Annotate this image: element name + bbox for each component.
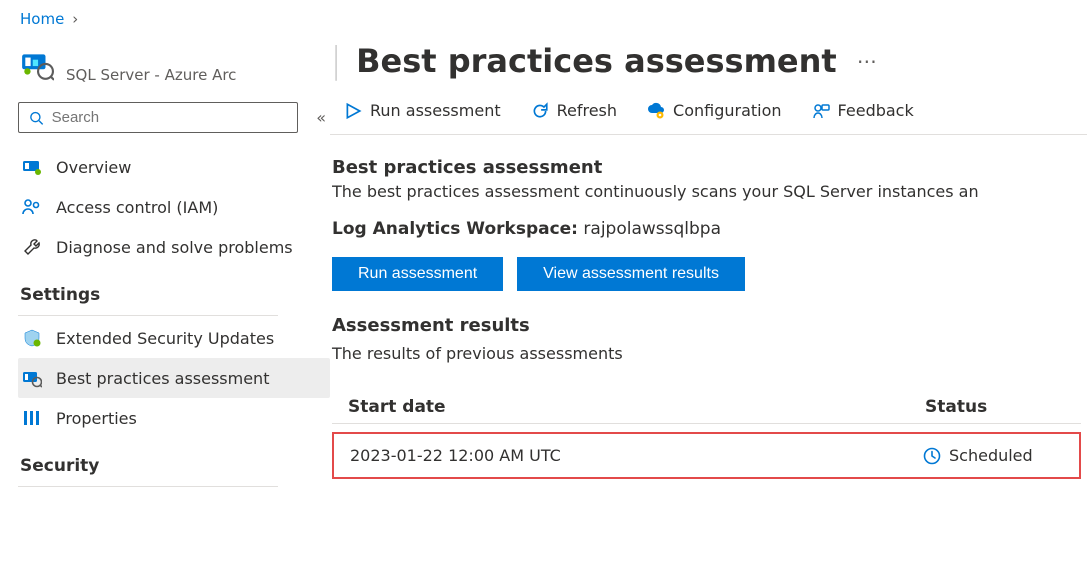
- sql-server-arc-icon: [20, 48, 54, 82]
- col-header-status[interactable]: Status: [925, 397, 1065, 417]
- run-assessment-button[interactable]: Run assessment: [332, 257, 503, 291]
- view-results-button[interactable]: View assessment results: [517, 257, 745, 291]
- refresh-command[interactable]: Refresh: [531, 101, 617, 120]
- refresh-icon: [531, 102, 549, 120]
- resource-type: SQL Server - Azure Arc: [66, 48, 236, 84]
- sidebar-item-access-control[interactable]: Access control (IAM): [18, 187, 330, 227]
- chevron-right-icon: ›: [72, 10, 78, 28]
- shield-icon: [22, 328, 42, 348]
- sidebar-item-diagnose[interactable]: Diagnose and solve problems: [18, 227, 330, 267]
- sidebar-item-label: Extended Security Updates: [56, 329, 274, 348]
- wrench-icon: [22, 237, 42, 257]
- sidebar-item-best-practices[interactable]: Best practices assessment: [18, 358, 330, 398]
- properties-icon: [22, 408, 42, 428]
- sql-server-icon: [22, 157, 42, 177]
- clock-icon: [923, 447, 941, 465]
- results-subtext: The results of previous assessments: [332, 344, 1087, 363]
- more-actions-button[interactable]: ⋯: [847, 49, 879, 73]
- play-icon: [344, 102, 362, 120]
- settings-heading: Settings: [18, 267, 330, 309]
- cell-status: Scheduled: [949, 446, 1033, 465]
- sidebar-item-label: Properties: [56, 409, 137, 428]
- people-icon: [22, 197, 42, 217]
- main-content: | Best practices assessment ⋯ Run assess…: [330, 34, 1087, 581]
- breadcrumb-home[interactable]: Home: [20, 10, 64, 28]
- section-heading: Best practices assessment: [332, 157, 1087, 178]
- title-separator: |: [330, 40, 346, 81]
- feedback-command[interactable]: Feedback: [812, 101, 914, 120]
- divider: [18, 315, 278, 316]
- sidebar-item-label: Overview: [56, 158, 131, 177]
- sidebar-item-label: Diagnose and solve problems: [56, 238, 293, 257]
- toolbar: Run assessment Refresh Configuration Fee…: [330, 91, 1087, 135]
- toolbar-label: Feedback: [838, 101, 914, 120]
- run-assessment-command[interactable]: Run assessment: [344, 101, 501, 120]
- toolbar-label: Run assessment: [370, 101, 501, 120]
- resource-header: SQL Server - Azure Arc: [18, 44, 330, 98]
- law-label: Log Analytics Workspace:: [332, 219, 578, 239]
- assessment-icon: [22, 368, 42, 388]
- configuration-command[interactable]: Configuration: [647, 101, 782, 120]
- collapse-sidebar-button[interactable]: «: [312, 104, 330, 131]
- sidebar-item-properties[interactable]: Properties: [18, 398, 330, 438]
- page-title: Best practices assessment: [356, 42, 837, 80]
- law-value: rajpolawssqlbpa: [583, 219, 721, 239]
- search-icon: [29, 110, 44, 126]
- toolbar-label: Refresh: [557, 101, 617, 120]
- cell-start-date: 2023-01-22 12:00 AM UTC: [350, 446, 923, 465]
- sidebar-item-label: Access control (IAM): [56, 198, 218, 217]
- section-description: The best practices assessment continuous…: [332, 182, 1087, 201]
- sidebar-item-label: Best practices assessment: [56, 369, 269, 388]
- table-row[interactable]: 2023-01-22 12:00 AM UTC Scheduled: [332, 432, 1081, 479]
- results-heading: Assessment results: [332, 315, 1087, 336]
- sidebar-item-overview[interactable]: Overview: [18, 147, 330, 187]
- log-analytics-workspace: Log Analytics Workspace: rajpolawssqlbpa: [332, 219, 1087, 239]
- security-heading: Security: [18, 438, 330, 480]
- toolbar-label: Configuration: [673, 101, 782, 120]
- results-table-header: Start date Status: [332, 391, 1081, 424]
- feedback-icon: [812, 102, 830, 120]
- divider: [18, 486, 278, 487]
- breadcrumb: Home ›: [0, 0, 1087, 34]
- sidebar-item-extended-security[interactable]: Extended Security Updates: [18, 318, 330, 358]
- search-input[interactable]: [18, 102, 298, 133]
- col-header-start-date[interactable]: Start date: [348, 397, 925, 417]
- cloud-gear-icon: [647, 102, 665, 120]
- sidebar: SQL Server - Azure Arc « Overview Access…: [0, 34, 330, 581]
